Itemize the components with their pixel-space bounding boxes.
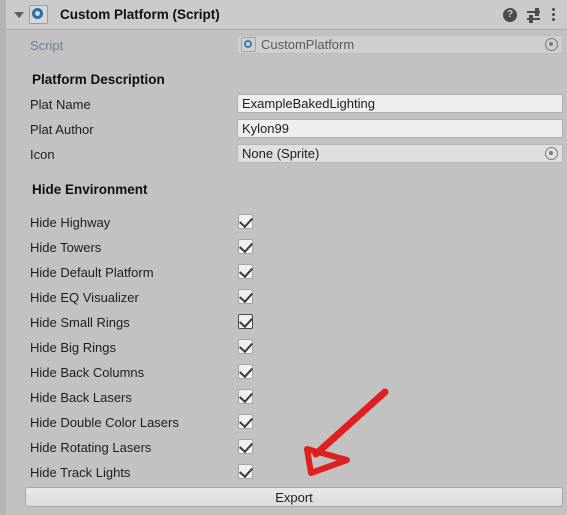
script-object-value: CustomPlatform (261, 37, 355, 52)
component-header[interactable]: Custom Platform (Script) ? (6, 0, 567, 30)
preset-settings-icon[interactable] (527, 7, 542, 23)
toggle-label: Hide EQ Visualizer (30, 289, 139, 305)
header-icon-group: ? (503, 7, 556, 23)
toggle-checkbox[interactable] (238, 388, 253, 404)
object-picker-icon[interactable] (545, 38, 558, 51)
script-label: Script (30, 37, 64, 53)
toggle-checkbox[interactable] (238, 413, 253, 429)
toggle-row: Hide Towers (6, 236, 567, 258)
toggle-row: Hide Highway (6, 211, 567, 233)
foldout-toggle[interactable] (10, 11, 28, 18)
check-icon (239, 313, 253, 329)
icon-label: Icon (30, 146, 55, 162)
toggle-row: Hide Default Platform (6, 261, 567, 283)
toggle-label: Hide Back Columns (30, 364, 145, 380)
toggle-label: Hide Big Rings (30, 339, 116, 355)
check-icon (239, 413, 253, 429)
toggle-checkbox[interactable] (238, 463, 253, 479)
toggle-row: Hide EQ Visualizer (6, 286, 567, 308)
toggle-checkbox[interactable] (238, 363, 253, 379)
section-header-hide-environment: Hide Environment (32, 182, 148, 197)
toggle-label: Hide Double Color Lasers (30, 414, 179, 430)
check-icon (239, 363, 253, 379)
toggle-row: Hide Big Rings (6, 336, 567, 358)
plat-name-input[interactable]: ExampleBakedLighting (237, 94, 563, 113)
icon-object-field[interactable]: None (Sprite) (237, 144, 563, 163)
icon-object-value: None (Sprite) (242, 146, 320, 161)
toggle-row: Hide Double Color Lasers (6, 411, 567, 433)
inspector-panel: Custom Platform (Script) ? Script Custom… (0, 0, 567, 515)
chevron-down-icon (14, 11, 24, 18)
field-row-plat-author: Plat Author Kylon99 (6, 118, 567, 140)
toggle-checkbox[interactable] (238, 288, 253, 304)
script-component-icon (29, 5, 48, 24)
toggle-label: Hide Default Platform (30, 264, 154, 280)
more-menu-icon[interactable] (552, 7, 556, 23)
toggle-label: Hide Track Lights (30, 464, 131, 480)
toggle-label: Hide Highway (30, 214, 111, 230)
check-icon (239, 388, 253, 404)
toggle-label: Hide Back Lasers (30, 389, 132, 405)
field-row-icon: Icon None (Sprite) (6, 143, 567, 165)
toggle-checkbox[interactable] (238, 263, 253, 279)
toggle-checkbox[interactable] (238, 313, 253, 329)
toggle-row: Hide Small Rings (6, 311, 567, 333)
check-icon (239, 338, 253, 354)
plat-name-label: Plat Name (30, 96, 91, 112)
check-icon (239, 213, 253, 229)
script-row: Script CustomPlatform (6, 34, 567, 56)
component-title: Custom Platform (Script) (60, 7, 220, 22)
toggle-checkbox[interactable] (238, 238, 253, 254)
toggle-row: Hide Rotating Lasers (6, 436, 567, 458)
toggle-row: Hide Track Lights (6, 461, 567, 483)
help-icon[interactable]: ? (503, 7, 517, 22)
script-object-field[interactable]: CustomPlatform (237, 35, 563, 54)
toggle-checkbox[interactable] (238, 213, 253, 229)
check-icon (239, 438, 253, 454)
toggle-row: Hide Back Columns (6, 361, 567, 383)
plat-author-input[interactable]: Kylon99 (237, 119, 563, 138)
check-icon (239, 238, 253, 254)
field-row-plat-name: Plat Name ExampleBakedLighting (6, 93, 567, 115)
section-header-platform-description: Platform Description (32, 72, 165, 87)
toggle-label: Hide Small Rings (30, 314, 130, 330)
icon-object-picker-icon[interactable] (545, 147, 558, 160)
toggle-label: Hide Rotating Lasers (30, 439, 152, 455)
toggle-checkbox[interactable] (238, 438, 253, 454)
check-icon (239, 463, 253, 479)
script-asset-icon (241, 37, 256, 52)
toggle-row: Hide Back Lasers (6, 386, 567, 408)
toggle-checkbox[interactable] (238, 338, 253, 354)
export-button[interactable]: Export (25, 487, 563, 507)
check-icon (239, 288, 253, 304)
toggle-label: Hide Towers (30, 239, 102, 255)
check-icon (239, 263, 253, 279)
plat-author-label: Plat Author (30, 121, 94, 137)
